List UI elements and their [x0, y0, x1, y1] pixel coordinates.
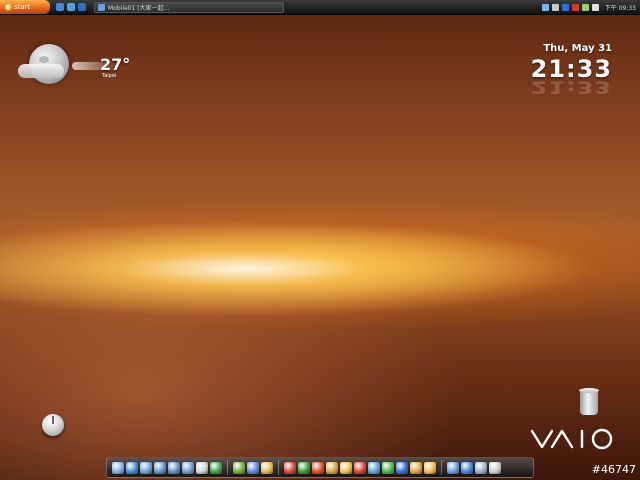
quick-launch: [56, 3, 86, 11]
network-share-icon[interactable]: [447, 461, 459, 474]
taskbar-window-title: Mobile01 [大家一起...: [108, 4, 170, 12]
show-desktop-icon[interactable]: [67, 3, 75, 11]
dock: [106, 457, 534, 478]
ime-icon[interactable]: [591, 3, 599, 11]
trash-can-lid: [579, 388, 599, 393]
weather-gadget[interactable]: 27° Taipei: [18, 40, 138, 90]
weather-temperature: 27°: [100, 55, 131, 74]
media-center-icon[interactable]: [312, 461, 324, 474]
knob-indicator: [52, 416, 54, 424]
network-icon[interactable]: [541, 3, 549, 11]
dock-separator: [441, 460, 442, 475]
start-button[interactable]: start: [0, 0, 50, 14]
clock-date: Thu, May 31: [543, 43, 612, 54]
volume-icon[interactable]: [551, 3, 559, 11]
taskbar-window-button[interactable]: Mobile01 [大家一起...: [94, 1, 284, 13]
weather-city: Taipei: [102, 73, 117, 79]
video-cut-icon[interactable]: [298, 461, 310, 474]
media-icon[interactable]: [78, 3, 86, 11]
folder-icon[interactable]: [140, 461, 152, 474]
bluetooth-icon[interactable]: [396, 461, 408, 474]
dock-separator: [227, 460, 228, 475]
taskbar: start Mobile01 [大家一起... 下午 09:33: [0, 0, 640, 15]
chrome-icon[interactable]: [382, 461, 394, 474]
control-panel-icon[interactable]: [247, 461, 259, 474]
browser-window-icon: [98, 3, 105, 11]
tray-clock[interactable]: 下午 09:33: [605, 3, 636, 12]
music-player-icon[interactable]: [284, 461, 296, 474]
recycle-bin-icon[interactable]: [489, 461, 501, 474]
clock-time-reflection: 21:33: [530, 77, 612, 97]
ie-icon[interactable]: [56, 3, 64, 11]
vaio-logo: [530, 428, 620, 454]
folder-music-icon[interactable]: [168, 461, 180, 474]
recycle-bin-icon[interactable]: [578, 388, 600, 416]
security-shield-icon[interactable]: [410, 461, 422, 474]
windows-orb-icon: [5, 3, 12, 11]
dvd-icon[interactable]: [340, 461, 352, 474]
finder-icon[interactable]: [112, 461, 124, 474]
dock-separator: [278, 460, 279, 475]
cloud-icon: [18, 64, 64, 78]
security-icon[interactable]: [571, 3, 579, 11]
clock-gadget[interactable]: Thu, May 31 21:33 21:33: [531, 43, 612, 101]
folder-docs-icon[interactable]: [154, 461, 166, 474]
trash-can-body: [580, 391, 598, 415]
explorer-icon[interactable]: [261, 461, 273, 474]
battery-icon[interactable]: [581, 3, 589, 11]
globe-icon[interactable]: [126, 461, 138, 474]
equalizer-icon[interactable]: [368, 461, 380, 474]
printer-icon[interactable]: [196, 461, 208, 474]
volume-knob[interactable]: [40, 412, 66, 438]
settings-icon[interactable]: [475, 461, 487, 474]
folder-pictures-icon[interactable]: [182, 461, 194, 474]
spreadsheet-icon[interactable]: [210, 461, 222, 474]
game-icon[interactable]: [424, 461, 436, 474]
vaio-media-icon[interactable]: [326, 461, 338, 474]
tools-icon[interactable]: [233, 461, 245, 474]
start-label: start: [14, 3, 31, 11]
internet-icon[interactable]: [461, 461, 473, 474]
system-tray: 下午 09:33: [541, 3, 640, 12]
watermark: #46747: [591, 463, 636, 476]
messenger-icon[interactable]: [354, 461, 366, 474]
bluetooth-icon[interactable]: [561, 3, 569, 11]
